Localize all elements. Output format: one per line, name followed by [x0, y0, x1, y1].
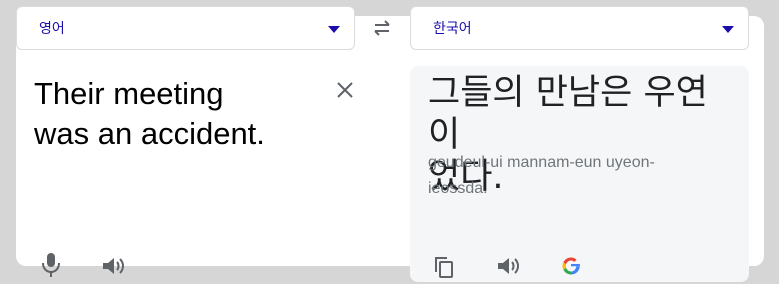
target-language-label: 한국어 [433, 20, 472, 36]
copy-translation-button[interactable] [432, 255, 456, 279]
copy-icon [435, 257, 453, 278]
swap-languages-button[interactable] [366, 14, 398, 42]
source-language-label: 영어 [39, 20, 65, 36]
voice-input-button[interactable] [40, 252, 62, 278]
google-logo-button[interactable] [559, 254, 583, 278]
romanization-line: ieossda. [428, 180, 488, 197]
swap-arrows-icon [374, 20, 390, 36]
google-logo-icon [562, 257, 580, 275]
target-language-select[interactable]: 한국어 [410, 6, 749, 50]
romanization-text: geudeul-ui mannam-eun uyeon- ieossda. [428, 150, 728, 202]
speaker-icon [498, 258, 519, 274]
source-language-select[interactable]: 영어 [16, 6, 355, 50]
chevron-down-icon [722, 26, 734, 33]
listen-source-button[interactable] [101, 255, 127, 277]
source-text-input[interactable]: Their meeting was an accident. [34, 74, 324, 154]
close-icon [337, 82, 353, 98]
chevron-down-icon [328, 26, 340, 33]
clear-source-button[interactable] [333, 78, 357, 102]
listen-translation-button[interactable] [496, 255, 522, 277]
source-text-line: Their meeting [34, 76, 224, 111]
speaker-icon [103, 258, 124, 274]
source-text-line: was an accident. [34, 116, 265, 151]
microphone-icon [42, 253, 60, 277]
translation-text-line: 그들의 만남은 우연이 [428, 73, 708, 155]
romanization-line: geudeul-ui mannam-eun uyeon- [428, 154, 655, 171]
